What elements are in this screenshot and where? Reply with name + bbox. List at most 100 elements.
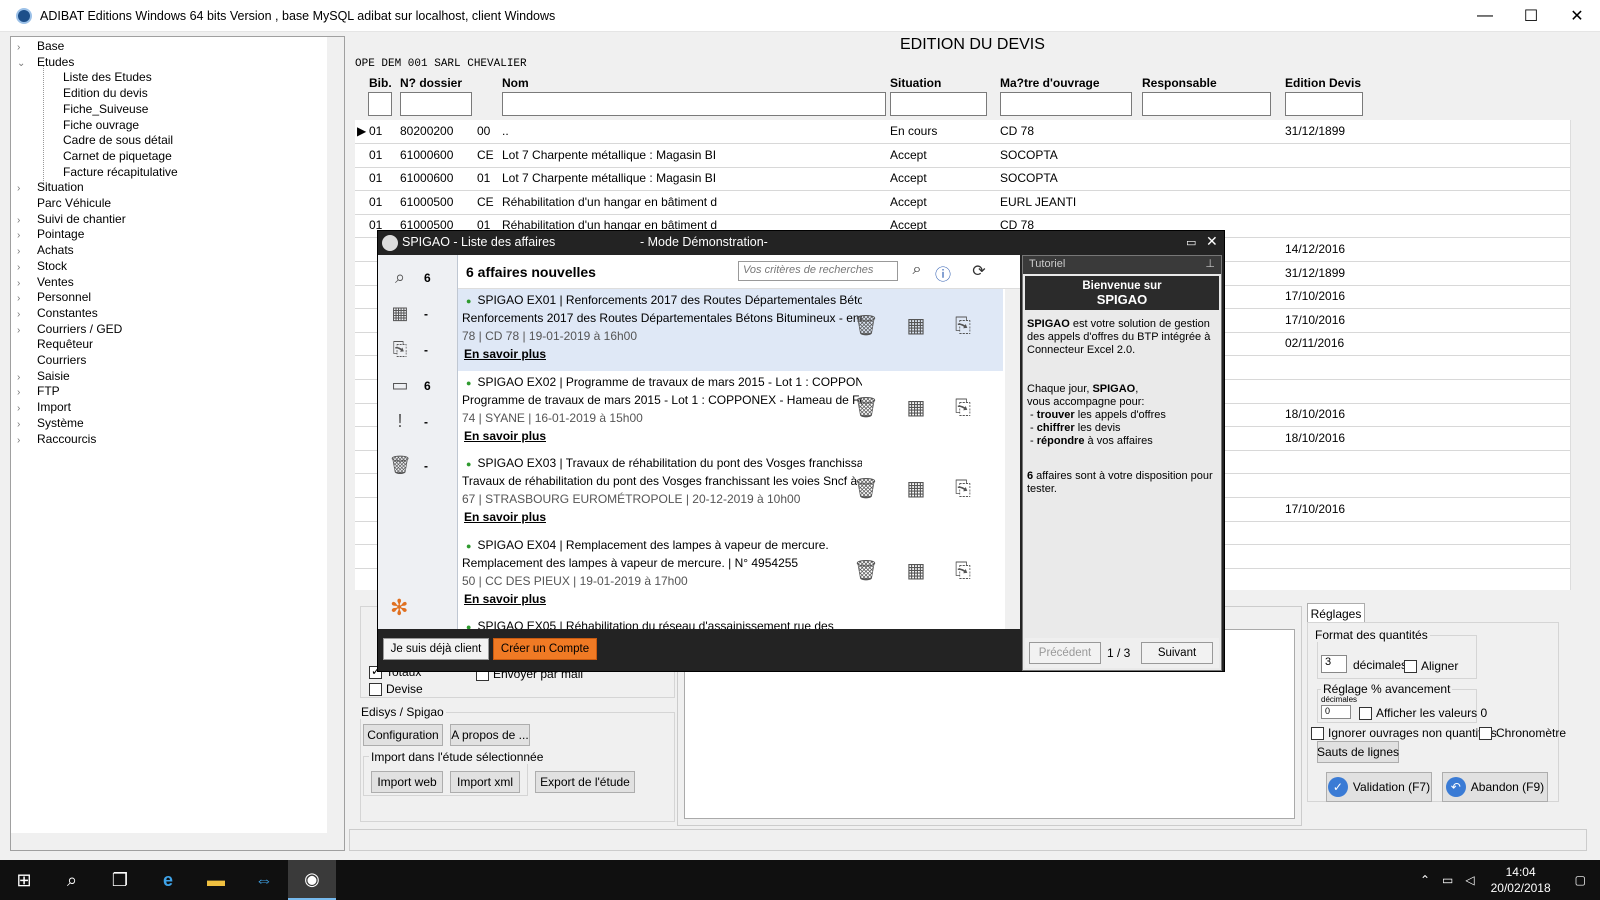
tree-item[interactable]: › Système — [17, 415, 84, 431]
en-savoir-plus-link[interactable]: En savoir plus — [464, 592, 546, 606]
tree-item[interactable]: Edition du devis — [55, 85, 148, 101]
close-button[interactable]: ✕ — [1554, 0, 1600, 32]
validation-button[interactable]: ✓ Validation (F7) — [1326, 772, 1432, 802]
export-icon[interactable]: ⎘ — [950, 313, 976, 339]
filter-edition-input[interactable] — [1285, 92, 1363, 116]
navigation-tree[interactable]: › Base ⌄ Etudes Liste des Etudes Edition du d… — [10, 36, 345, 851]
tree-item[interactable]: Courriers — [17, 352, 86, 368]
affaire-item[interactable]: SPIGAO EX03 | Travaux de réhabilitation … — [458, 452, 1003, 534]
tray-chevron-icon[interactable]: ⌃ — [1414, 873, 1436, 887]
spigao-list-scrollbar[interactable] — [1005, 289, 1020, 629]
affaire-item[interactable]: SPIGAO EX01 | Renforcements 2017 des Rou… — [458, 289, 1003, 371]
tree-item[interactable]: › Constantes — [17, 305, 98, 321]
tree-item[interactable]: Parc Véhicule — [17, 195, 111, 211]
search-taskbar-icon[interactable]: ⌕ — [48, 860, 96, 900]
volume-icon[interactable]: ◁ — [1459, 873, 1480, 887]
spigao-close-icon[interactable]: ✕ — [1206, 233, 1218, 250]
spigao-side-item[interactable]: ▦ - — [388, 299, 448, 329]
affaire-item[interactable]: SPIGAO EX02 | Programme de travaux de ma… — [458, 371, 1003, 453]
spigao-side-item[interactable]: 🗑 - — [388, 451, 448, 481]
tree-item[interactable]: › Import — [17, 399, 71, 415]
trash-icon[interactable]: 🗑 — [853, 313, 879, 339]
precedent-button[interactable]: Précédent — [1029, 642, 1101, 664]
tree-item[interactable]: Liste des Etudes — [55, 69, 152, 85]
task-view-icon[interactable]: ❐ — [96, 860, 144, 900]
en-savoir-plus-link[interactable]: En savoir plus — [464, 429, 546, 443]
internet-explorer-icon[interactable]: e — [144, 860, 192, 900]
table-row[interactable]: ▶ 01 80200200 00.. En cours CD 78 31/12/1899 — [355, 120, 1570, 144]
refresh-icon[interactable]: ⟳ — [968, 261, 990, 283]
tree-item[interactable]: Fiche ouvrage — [55, 117, 139, 133]
info-icon[interactable]: ⓘ — [932, 261, 954, 284]
sauts-lignes-button[interactable]: Sauts de lignes — [1317, 741, 1399, 763]
tree-item[interactable]: › Saisie — [17, 368, 70, 384]
affaire-item[interactable]: SPIGAO EX05 | Réhabilitation du réseau d… — [458, 615, 1003, 629]
spigao-search-input[interactable]: Vos critères de recherches — [738, 261, 898, 281]
spigao-maximize-icon[interactable]: ▭ — [1186, 236, 1196, 249]
windows-start-icon[interactable]: ⊞ — [0, 860, 48, 900]
grid-vertical-scrollbar[interactable] — [1570, 120, 1587, 590]
pin-icon[interactable]: ⊥ — [1205, 257, 1215, 270]
configuration-button[interactable]: Configuration — [363, 724, 443, 746]
tree-item[interactable]: › Situation — [17, 179, 84, 195]
minimize-button[interactable]: — — [1462, 0, 1508, 32]
filter-situation-input[interactable] — [890, 92, 987, 116]
filter-nom-input[interactable] — [502, 92, 886, 116]
filter-maitre-input[interactable] — [1000, 92, 1132, 116]
affaire-item[interactable]: SPIGAO EX04 | Remplacement des lampes à … — [458, 534, 1003, 616]
deja-client-button[interactable]: Je suis déjà client — [383, 638, 489, 660]
abandon-button[interactable]: ↶ Abandon (F9) — [1442, 772, 1548, 802]
export-icon[interactable]: ⎘ — [950, 558, 976, 584]
import-xml-button[interactable]: Import xml — [450, 771, 520, 793]
chevron-right-icon[interactable]: › — [17, 433, 29, 449]
tree-vertical-scrollbar[interactable] — [327, 37, 344, 833]
tree-item[interactable]: ⌄ Etudes — [17, 54, 74, 70]
afficher-valeurs-checkbox[interactable]: Afficher les valeurs 0 — [1359, 706, 1487, 721]
ignorer-ouvrages-checkbox[interactable]: Ignorer ouvrages non quantifiés — [1311, 726, 1497, 741]
filter-responsable-input[interactable] — [1142, 92, 1271, 116]
tree-item[interactable]: › Suivi de chantier — [17, 211, 126, 227]
tab-reglages[interactable]: Réglages — [1307, 603, 1365, 623]
tree-horizontal-scrollbar[interactable] — [11, 833, 344, 850]
apropos-button[interactable]: A propos de ... — [450, 724, 530, 746]
adibat-taskbar-icon[interactable]: ◉ — [288, 860, 336, 900]
tree-item[interactable]: › Raccourcis — [17, 431, 96, 447]
en-savoir-plus-link[interactable]: En savoir plus — [464, 347, 546, 361]
window-vertical-scrollbar[interactable] — [1590, 36, 1600, 851]
chevron-down-icon[interactable]: ⌄ — [17, 56, 29, 72]
spigao-side-item[interactable]: ! - — [388, 407, 448, 437]
decimales-stepper[interactable]: 3 — [1321, 655, 1347, 673]
tree-item[interactable]: Requêteur — [17, 336, 93, 352]
teamviewer-icon[interactable]: ⇔ — [240, 860, 288, 900]
chronometre-checkbox[interactable]: Chronomètre — [1479, 726, 1566, 741]
filter-dossier-input[interactable] — [400, 92, 472, 116]
export-icon[interactable]: ⎘ — [950, 395, 976, 421]
search-icon[interactable]: ⌕ — [906, 261, 928, 283]
tree-item[interactable]: › Personnel — [17, 289, 91, 305]
avancement-stepper[interactable]: 0 — [1321, 705, 1351, 719]
en-savoir-plus-link[interactable]: En savoir plus — [464, 510, 546, 524]
tree-item[interactable]: › Stock — [17, 258, 67, 274]
devise-checkbox[interactable]: Devise — [369, 682, 423, 697]
file-explorer-icon[interactable]: ▬ — [192, 860, 240, 900]
trash-icon[interactable]: 🗑 — [853, 558, 879, 584]
table-row[interactable]: 01 61000600 CE Lot 7 Charpente métallique :… — [355, 144, 1570, 168]
trash-icon[interactable]: 🗑 — [853, 395, 879, 421]
calendar-icon[interactable]: ▦ — [903, 313, 929, 339]
tree-item[interactable]: › Ventes — [17, 274, 74, 290]
spigao-side-item[interactable]: ⌕ 6 — [388, 263, 448, 293]
export-icon[interactable]: ⎘ — [950, 476, 976, 502]
tree-item[interactable]: › Base — [17, 38, 64, 54]
aligner-checkbox[interactable]: Aligner — [1404, 659, 1458, 674]
notifications-icon[interactable]: ▢ — [1561, 873, 1600, 887]
network-icon[interactable]: ▭ — [1436, 873, 1459, 887]
filter-bib-input[interactable] — [368, 92, 392, 116]
tree-item[interactable]: Cadre de sous détail — [55, 132, 173, 148]
table-row[interactable]: 01 61000600 01 Lot 7 Charpente métallique :… — [355, 167, 1570, 192]
calendar-icon[interactable]: ▦ — [903, 558, 929, 584]
table-row[interactable]: 01 61000500 CE Réhabilitation d'un hangar e… — [355, 191, 1570, 215]
calendar-icon[interactable]: ▦ — [903, 476, 929, 502]
spigao-side-item[interactable]: ▭ 6 — [388, 371, 448, 401]
maximize-button[interactable]: ☐ — [1508, 0, 1554, 32]
spigao-side-item[interactable]: ⎘ - — [388, 335, 448, 365]
